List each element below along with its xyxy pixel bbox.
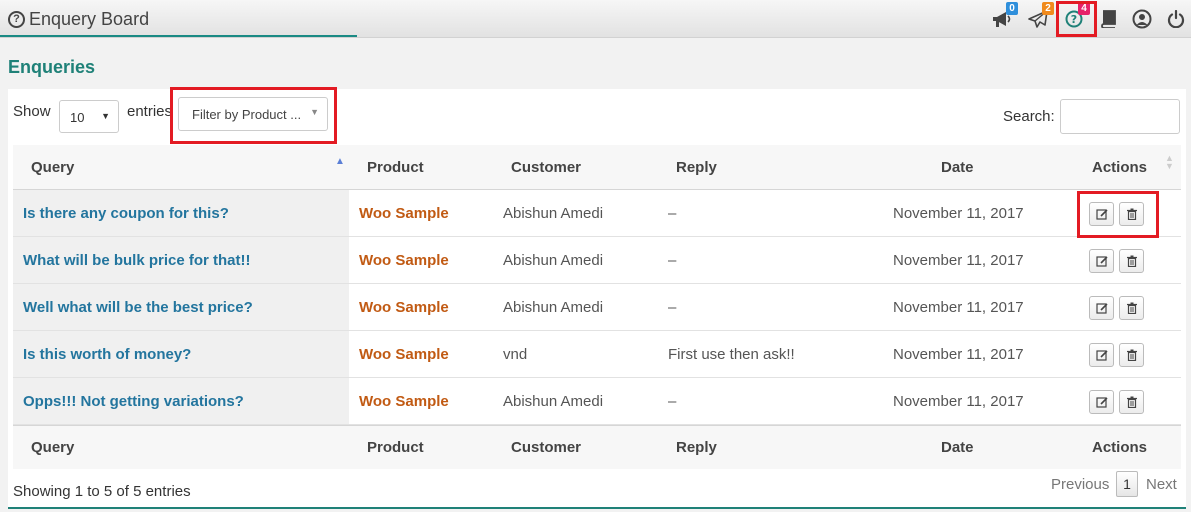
date-cell: November 11, 2017: [893, 392, 1024, 410]
search-input[interactable]: [1060, 99, 1180, 134]
query-link[interactable]: Is this worth of money?: [23, 331, 191, 377]
page-length-select[interactable]: 10 ▼: [59, 100, 119, 133]
pagination-page-current[interactable]: 1: [1116, 471, 1138, 497]
edit-icon: [1095, 256, 1108, 267]
customer-cell: vnd: [503, 345, 528, 363]
caret-down-icon: ▼: [101, 111, 110, 121]
section-title: Enqueries: [8, 57, 96, 77]
edit-icon: [1095, 350, 1108, 361]
col-footer-date: Date: [941, 439, 974, 456]
question-circle-icon: ?: [8, 10, 25, 28]
col-footer-customer: Customer: [511, 439, 582, 456]
show-label: Show: [13, 103, 51, 120]
reply-cell: –: [668, 204, 677, 222]
announcements-badge: 0: [1006, 2, 1018, 15]
power-icon: [1167, 10, 1185, 28]
announcements-button[interactable]: 0: [991, 2, 1018, 30]
col-header-reply[interactable]: Reply: [676, 145, 717, 189]
table-footer-header: Query Product Customer Reply Date Action…: [13, 425, 1181, 469]
col-footer-actions: Actions: [1092, 439, 1148, 456]
customer-cell: Abishun Amedi: [503, 392, 604, 410]
table-row: What will be bulk price for that!! Woo S…: [13, 237, 1181, 284]
logout-button[interactable]: [1165, 8, 1187, 30]
edit-button[interactable]: [1089, 296, 1114, 320]
table-header: Query ▲ Product Customer Reply Date Acti…: [13, 145, 1181, 190]
table-row: Is this worth of money? Woo Sample vnd F…: [13, 331, 1181, 378]
col-header-actions[interactable]: Actions: [1092, 145, 1147, 189]
pagination-previous[interactable]: Previous: [1051, 476, 1109, 493]
col-header-product[interactable]: Product: [367, 145, 424, 189]
product-link[interactable]: Woo Sample: [359, 378, 449, 424]
trash-icon: [1126, 349, 1137, 361]
messages-button[interactable]: 2: [1027, 2, 1054, 30]
delete-button[interactable]: [1119, 249, 1144, 273]
pagination-next[interactable]: Next: [1146, 476, 1177, 493]
query-link[interactable]: What will be bulk price for that!!: [23, 237, 251, 283]
query-link[interactable]: Well what will be the best price?: [23, 284, 253, 330]
reply-cell: First use then ask!!: [668, 345, 795, 363]
docs-button[interactable]: [1097, 8, 1119, 30]
product-link[interactable]: Woo Sample: [359, 190, 449, 236]
page-length-value: 10: [70, 110, 85, 125]
table-row: Well what will be the best price? Woo Sa…: [13, 284, 1181, 331]
filter-highlight-box: [170, 87, 337, 144]
edit-icon: [1095, 397, 1108, 408]
col-footer-reply: Reply: [676, 439, 717, 456]
customer-cell: Abishun Amedi: [503, 251, 604, 269]
product-link[interactable]: Woo Sample: [359, 237, 449, 283]
actions-highlight-box: [1077, 191, 1159, 238]
col-footer-query: Query: [31, 439, 75, 456]
date-cell: November 11, 2017: [893, 345, 1024, 363]
trash-icon: [1126, 302, 1137, 314]
messages-badge: 2: [1042, 2, 1054, 15]
reply-cell: –: [668, 251, 677, 269]
reply-cell: –: [668, 298, 677, 316]
date-cell: November 11, 2017: [893, 204, 1024, 222]
book-icon: [1101, 10, 1116, 28]
profile-button[interactable]: [1131, 8, 1153, 30]
table-info: Showing 1 to 5 of 5 entries: [13, 483, 191, 500]
col-header-query[interactable]: Query: [31, 145, 74, 189]
table-row: Is there any coupon for this? Woo Sample…: [13, 190, 1181, 237]
sort-ascending-icon: ▲: [335, 156, 345, 167]
table-row: Opps!!! Not getting variations? Woo Samp…: [13, 378, 1181, 425]
product-link[interactable]: Woo Sample: [359, 284, 449, 330]
date-cell: November 11, 2017: [893, 251, 1024, 269]
col-header-customer[interactable]: Customer: [511, 145, 581, 189]
top-bar: ? Enquery Board 0 2 ? 4: [0, 0, 1191, 38]
edit-icon: [1095, 303, 1108, 314]
product-link[interactable]: Woo Sample: [359, 331, 449, 377]
enquiries-highlight-box: [1056, 1, 1097, 37]
delete-button[interactable]: [1119, 296, 1144, 320]
entries-label: entries: [127, 103, 173, 120]
delete-button[interactable]: [1119, 390, 1144, 414]
reply-cell: –: [668, 392, 677, 410]
enquiries-panel: Show 10 ▼ entries Filter by Product ... …: [8, 87, 1186, 509]
active-tab-underline: [0, 35, 357, 37]
trash-icon: [1126, 255, 1137, 267]
col-footer-product: Product: [367, 439, 424, 456]
customer-cell: Abishun Amedi: [503, 298, 604, 316]
search-label: Search:: [1003, 108, 1055, 125]
edit-button[interactable]: [1089, 249, 1114, 273]
sort-both-icon: ▲ ▼: [1165, 153, 1174, 171]
edit-button[interactable]: [1089, 390, 1114, 414]
query-link[interactable]: Is there any coupon for this?: [23, 190, 229, 236]
user-circle-icon: [1132, 9, 1152, 29]
customer-cell: Abishun Amedi: [503, 204, 604, 222]
date-cell: November 11, 2017: [893, 298, 1024, 316]
delete-button[interactable]: [1119, 343, 1144, 367]
edit-button[interactable]: [1089, 343, 1114, 367]
app-title: Enquery Board: [29, 8, 150, 29]
app-brand[interactable]: ? Enquery Board: [8, 8, 149, 30]
query-link[interactable]: Opps!!! Not getting variations?: [23, 378, 244, 424]
trash-icon: [1126, 396, 1137, 408]
col-header-date[interactable]: Date: [941, 145, 974, 189]
